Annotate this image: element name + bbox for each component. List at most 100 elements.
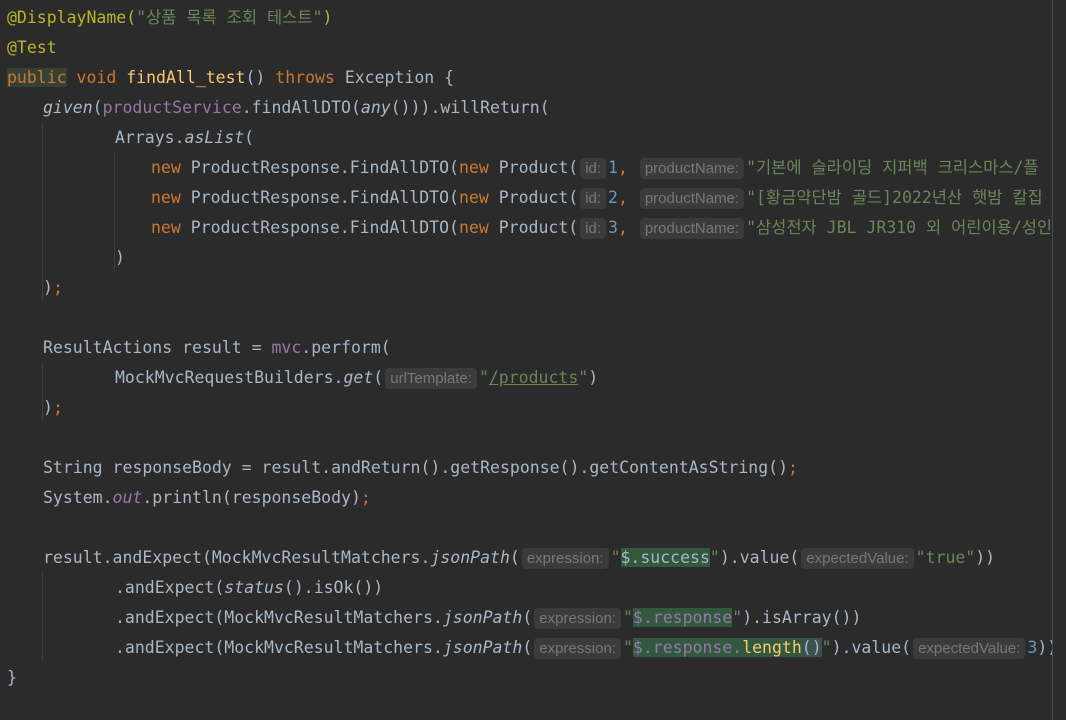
class-ref: System. [43, 488, 113, 507]
static-method: asList [184, 128, 245, 147]
keyword-new: new [458, 218, 489, 237]
paren: ( [92, 98, 103, 117]
paren: ) [43, 398, 53, 417]
static-method: jsonPath [442, 638, 523, 657]
paren: ) [115, 248, 125, 267]
comma: , [617, 188, 628, 207]
number-literal: 3 [608, 218, 618, 237]
json-path-text: $.response. [632, 638, 743, 657]
scrollbar-track[interactable] [1053, 0, 1066, 720]
code-line-13: MockMvcRequestBuilders.get(urlTemplate: "… [115, 363, 598, 393]
code-line-1: @DisplayName("상품 목록 조회 테스트") [7, 3, 332, 33]
class-ref: ProductResponse.FindAllDTO( [180, 218, 459, 237]
quote: " [578, 368, 589, 387]
method-call: ).value( [719, 548, 800, 567]
static-method: status [224, 578, 284, 597]
quote: " [732, 608, 743, 627]
paren: ( [373, 368, 384, 387]
static-method: any [360, 98, 391, 117]
param-hint: expression: [521, 548, 609, 569]
method-call: ())).willReturn( [390, 98, 550, 117]
method-call: .println(responseBody) [142, 488, 361, 507]
quote: " [478, 368, 489, 387]
param-hint: productName: [639, 158, 745, 179]
closing-brace: } [7, 668, 17, 687]
param-hint: urlTemplate: [385, 368, 477, 389]
json-path-value: $.success [620, 548, 710, 567]
paren: ) [322, 8, 333, 27]
exception-type: Exception { [344, 68, 455, 87]
string-literal: "[황금약단밤 골드]2022년산 햇밤 칼집 [746, 188, 1043, 207]
quote: " [622, 638, 633, 657]
number-literal: 3 [1027, 638, 1038, 657]
class-ref: MockMvcRequestBuilders. [115, 368, 344, 387]
class-ref: Product( [488, 158, 579, 177]
json-path-value: $.response [632, 608, 733, 627]
keyword-throws: throws [275, 68, 335, 87]
static-method: get [343, 368, 374, 387]
json-path-value: $.response.length() [632, 638, 822, 657]
string-literal: "true" [915, 548, 976, 567]
param-hint: productName: [639, 188, 745, 209]
paren: ) [588, 368, 599, 387]
semicolon: ; [52, 398, 63, 417]
json-path-text: $.success [620, 548, 710, 567]
method-name: findAll_test [126, 68, 246, 87]
method-call: .andExpect(MockMvcResultMatchers. [115, 608, 443, 627]
code-line-4: given(productService.findAllDTO(any())).… [43, 93, 550, 123]
paren: ( [244, 128, 255, 147]
string-literal: "기본에 슬라이딩 지퍼백 크리스마스/플 [746, 158, 1039, 177]
param-hint: expectedValue: [913, 638, 1026, 659]
class-ref: Product( [488, 218, 579, 237]
semicolon: ; [788, 458, 798, 477]
code-editor[interactable]: @DisplayName("상품 목록 조회 테스트") @Test publi… [0, 0, 1052, 720]
method-call: .andExpect(MockMvcResultMatchers. [115, 638, 443, 657]
paren: )) [975, 548, 996, 567]
method-call: ().isOk()) [283, 578, 384, 597]
method-call: .andExpect( [115, 578, 225, 597]
class-ref: ProductResponse.FindAllDTO( [180, 158, 459, 177]
paren: ( [522, 608, 533, 627]
paren: ( [509, 548, 520, 567]
comma: , [617, 158, 628, 177]
code-line-23: } [7, 663, 17, 693]
method-call: ).isArray()) [742, 608, 862, 627]
keyword-new: new [458, 188, 489, 207]
code-line-21: .andExpect(MockMvcResultMatchers.jsonPat… [115, 603, 861, 633]
keyword-void: void [76, 68, 117, 87]
paren: )) [1037, 638, 1052, 657]
indent-guide [42, 572, 43, 662]
param-hint: productName: [639, 218, 745, 239]
semicolon: ; [360, 488, 371, 507]
static-method: given [43, 98, 93, 117]
paren: ) [43, 278, 53, 297]
param-hint: expression: [534, 608, 621, 629]
param-hint: id: [580, 188, 607, 209]
code-line-10: ); [43, 273, 63, 303]
keyword-new: new [151, 188, 181, 207]
code-line-17: System.out.println(responseBody); [43, 483, 371, 513]
declaration: ResultActions result = [43, 338, 272, 357]
number-literal: 1 [608, 158, 618, 177]
code-line-3: public void findAll_test() throws Except… [7, 63, 454, 93]
method-call: ).value( [831, 638, 912, 657]
code-line-6: new ProductResponse.FindAllDTO(new Produ… [151, 153, 1039, 183]
keyword-new: new [458, 158, 489, 177]
method-call: .findAllDTO( [241, 98, 361, 117]
declaration: String responseBody = result.andReturn()… [43, 458, 789, 477]
comma: , [617, 218, 628, 237]
param-hint: id: [580, 158, 607, 179]
class-ref: ProductResponse.FindAllDTO( [180, 188, 459, 207]
url-link[interactable]: /products [489, 368, 578, 387]
code-line-2: @Test [7, 33, 57, 63]
keyword-new: new [151, 218, 181, 237]
annotation: @DisplayName( [7, 8, 137, 27]
field-ref: productService [102, 98, 242, 117]
quote: " [610, 548, 621, 567]
class-ref: Arrays. [115, 128, 185, 147]
method-call: .perform( [301, 338, 391, 357]
json-path-text: $.response [632, 608, 733, 627]
param-hint: id: [580, 218, 607, 239]
params: () [245, 68, 266, 87]
json-path-function: length [742, 638, 802, 657]
